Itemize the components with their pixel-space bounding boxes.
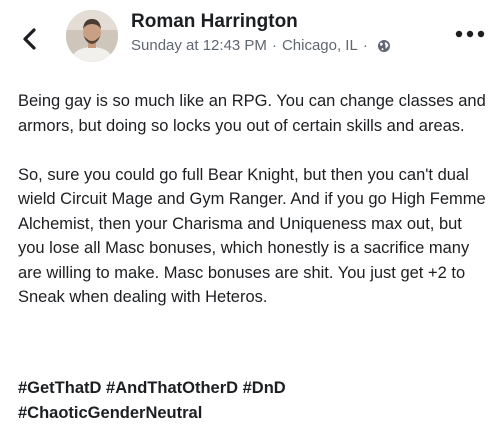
- hashtag-link[interactable]: #GetThatD: [18, 379, 101, 397]
- more-horizontal-icon: [455, 30, 485, 38]
- avatar[interactable]: [66, 10, 118, 62]
- post-paragraph: Being gay is so much like an RPG. You ca…: [18, 92, 486, 135]
- hashtag-list: #GetThatD #AndThatOtherD #DnD #ChaoticGe…: [18, 376, 488, 425]
- post-paragraph: So, sure you could go full Bear Knight, …: [18, 165, 486, 307]
- hashtag-link[interactable]: #DnD: [243, 379, 286, 397]
- post-timestamp[interactable]: Sunday at 12:43 PM: [131, 37, 267, 54]
- hashtag-link[interactable]: #ChaoticGenderNeutral: [18, 404, 202, 422]
- meta-separator: ·: [362, 37, 368, 54]
- post-meta: Sunday at 12:43 PM · Chicago, IL ·: [131, 37, 391, 54]
- back-button[interactable]: [18, 24, 42, 54]
- chevron-left-icon: [23, 28, 36, 50]
- post-header: Roman Harrington Sunday at 12:43 PM · Ch…: [0, 0, 500, 70]
- globe-icon: [377, 39, 390, 52]
- avatar-photo: [66, 10, 118, 62]
- meta-separator: ·: [271, 37, 277, 54]
- post-location[interactable]: Chicago, IL: [282, 37, 358, 54]
- post-text: Being gay is so much like an RPG. You ca…: [18, 89, 488, 334]
- more-options-button[interactable]: [454, 27, 486, 41]
- author-name[interactable]: Roman Harrington: [131, 11, 298, 33]
- hashtag-link[interactable]: #AndThatOtherD: [106, 379, 238, 397]
